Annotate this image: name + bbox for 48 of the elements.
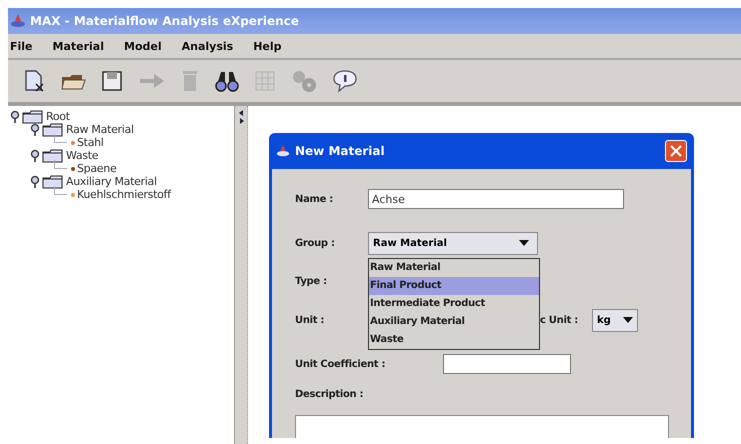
dropdown-option[interactable]: Raw Material xyxy=(369,259,539,277)
menu-item[interactable]: Material xyxy=(52,40,104,52)
close-icon xyxy=(670,145,682,157)
dropdown-option[interactable]: Intermediate Product xyxy=(369,295,539,313)
dropdown-option[interactable]: Auxiliary Material xyxy=(369,313,539,331)
name-field[interactable]: Achse xyxy=(368,189,624,209)
field-label: Unit Coefficient : xyxy=(295,358,386,370)
binoculars-icon[interactable] xyxy=(214,69,240,93)
menu-item[interactable]: Help xyxy=(253,40,282,52)
group-dropdown[interactable]: Raw Material xyxy=(368,232,538,254)
description-field[interactable] xyxy=(295,415,669,438)
tree-item[interactable]: Waste xyxy=(66,149,98,162)
expanded-handle-icon[interactable] xyxy=(10,110,20,124)
caret-icon xyxy=(519,240,529,246)
folder-icon xyxy=(42,148,64,162)
folder-icon xyxy=(22,110,44,124)
tree-item[interactable]: Stahl xyxy=(77,136,104,149)
field-label: Group : xyxy=(295,238,336,248)
field-label: Description : xyxy=(295,388,364,400)
tree-item[interactable]: Root xyxy=(46,110,70,123)
caret-icon xyxy=(622,317,633,323)
field-label: Name : xyxy=(295,194,334,204)
menu-item[interactable]: File xyxy=(10,40,33,52)
dialog-title: New Material xyxy=(295,144,386,158)
collapse-arrows-icon[interactable] xyxy=(238,110,244,124)
tree-item[interactable]: Auxiliary Material xyxy=(66,175,157,188)
expanded-handle-icon[interactable] xyxy=(30,148,40,162)
dropdown-option[interactable]: Final Product xyxy=(369,277,539,295)
tree-item[interactable]: Raw Material xyxy=(66,123,134,136)
field-label: Type : xyxy=(295,276,328,286)
menu-item[interactable]: Model xyxy=(124,40,162,52)
expanded-handle-icon[interactable] xyxy=(30,122,40,136)
speech-bubble-icon[interactable] xyxy=(332,69,358,93)
app-logo-icon xyxy=(276,144,290,158)
folder-icon xyxy=(42,174,64,188)
unit-coefficient-field[interactable] xyxy=(443,354,572,374)
window-title: MAX - Materialflow Analysis eXperience xyxy=(30,14,299,28)
tree-item[interactable]: Spaene xyxy=(77,162,116,175)
field-label: c Unit : xyxy=(540,314,578,326)
menu-item[interactable]: Analysis xyxy=(182,40,234,52)
close-button[interactable] xyxy=(665,140,687,162)
expanded-handle-icon[interactable] xyxy=(30,174,40,188)
folder-icon xyxy=(42,122,64,136)
unit-dropdown[interactable]: kg xyxy=(592,308,638,332)
dropdown-option[interactable]: Waste xyxy=(369,331,539,349)
field-label: Unit : xyxy=(295,314,326,326)
tree-item[interactable]: Kuehlschmierstoff xyxy=(77,188,171,201)
app-logo-icon xyxy=(10,13,26,29)
